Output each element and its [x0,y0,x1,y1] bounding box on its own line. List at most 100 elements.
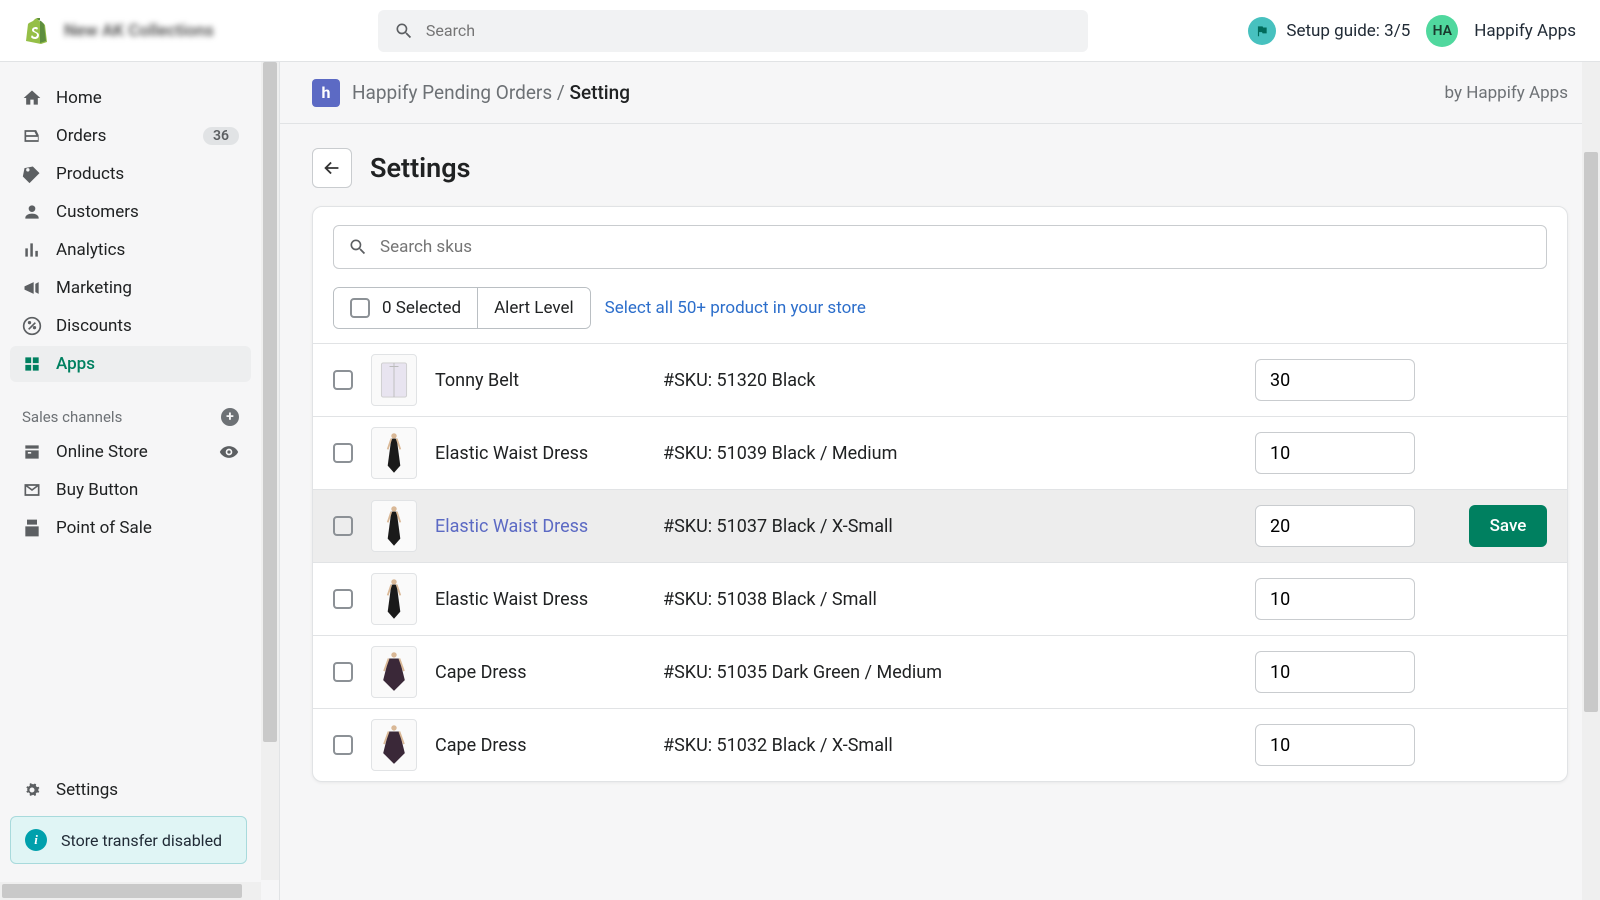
alert-qty-input[interactable] [1255,359,1415,401]
alert-qty-input[interactable] [1255,578,1415,620]
product-thumbnail [371,427,417,479]
search-icon [348,237,368,257]
sidebar-item-settings[interactable]: Settings [10,772,251,808]
by-text: by Happify Apps [1445,83,1568,103]
product-name: Elastic Waist Dress [435,443,645,464]
save-button[interactable]: Save [1469,505,1547,547]
breadcrumb[interactable]: Happify Pending Orders / Setting [352,81,630,104]
row-checkbox[interactable] [333,589,353,609]
nav-icon [22,316,42,336]
sidebar-item-home[interactable]: Home [10,80,251,116]
product-sku: #SKU: 51320 Black [663,370,1237,391]
store-transfer-notice[interactable]: i Store transfer disabled [10,816,247,864]
channel-icon [22,518,42,538]
sku-search-input[interactable] [380,237,1532,257]
add-channel-icon[interactable]: + [221,408,239,426]
product-name[interactable]: Elastic Waist Dress [435,516,645,537]
nav-icon [22,354,42,374]
row-checkbox[interactable] [333,735,353,755]
avatar[interactable]: HA [1426,15,1458,47]
product-name: Elastic Waist Dress [435,589,645,610]
orders-badge: 36 [203,127,239,145]
product-name: Cape Dress [435,662,645,683]
shopify-logo [24,17,48,45]
sidebar-item-label: Discounts [56,316,132,336]
main-content: h Happify Pending Orders / Setting by Ha… [280,62,1600,900]
alert-qty-input[interactable] [1255,432,1415,474]
sidebar-channel-online-store[interactable]: Online Store [10,434,251,470]
sidebar-item-customers[interactable]: Customers [10,194,251,230]
channel-icon [22,480,42,500]
sidebar-settings-label: Settings [56,780,118,800]
breadcrumb-bar: h Happify Pending Orders / Setting by Ha… [280,62,1600,124]
product-thumbnail [371,500,417,552]
alert-qty-input[interactable] [1255,651,1415,693]
segmented-control: 0 Selected Alert Level [333,287,591,329]
section-sales-channels: Sales channels + [10,384,251,434]
sidebar-item-label: Orders [56,126,106,146]
user-name[interactable]: Happify Apps [1474,21,1576,41]
sidebar-item-marketing[interactable]: Marketing [10,270,251,306]
sidebar-item-apps[interactable]: Apps [10,346,251,382]
selected-count-button[interactable]: 0 Selected [334,288,477,328]
sidebar-item-orders[interactable]: Orders 36 [10,118,251,154]
alert-level-button[interactable]: Alert Level [477,288,590,328]
select-all-link[interactable]: Select all 50+ product in your store [605,298,866,318]
sidebar-channel-buy-button[interactable]: Buy Button [10,472,251,508]
sidebar-item-label: Products [56,164,124,184]
row-checkbox[interactable] [333,370,353,390]
sidebar-item-label: Customers [56,202,139,222]
nav-icon [22,88,42,108]
settings-card: 0 Selected Alert Level Select all 50+ pr… [312,206,1568,782]
product-sku: #SKU: 51039 Black / Medium [663,443,1237,464]
app-icon: h [312,79,340,107]
global-search-input[interactable] [426,21,1072,40]
toolbar: 0 Selected Alert Level Select all 50+ pr… [313,269,1567,343]
channel-label: Point of Sale [56,518,152,538]
global-search[interactable] [378,10,1088,52]
sidebar-channel-point-of-sale[interactable]: Point of Sale [10,510,251,546]
store-transfer-label: Store transfer disabled [61,831,222,850]
sidebar-item-label: Analytics [56,240,125,260]
row-checkbox[interactable] [333,662,353,682]
row-checkbox[interactable] [333,516,353,536]
sku-search[interactable] [333,225,1547,269]
alert-qty-input[interactable] [1255,724,1415,766]
product-row: Cape Dress #SKU: 51032 Black / X-Small [313,708,1567,781]
sidebar-scrollbar-h[interactable] [0,882,261,900]
nav-icon [22,164,42,184]
product-row: Elastic Waist Dress #SKU: 51039 Black / M… [313,416,1567,489]
page-header: Settings [280,124,1600,200]
product-row: Cape Dress#SKU: 51035 Dark Green / Mediu… [313,635,1567,708]
sidebar-item-products[interactable]: Products [10,156,251,192]
nav-icon [22,278,42,298]
setup-guide-label: Setup guide: 3/5 [1286,21,1410,41]
alert-qty-input[interactable] [1255,505,1415,547]
info-icon: i [25,829,47,851]
channel-icon [22,442,42,462]
sidebar-item-analytics[interactable]: Analytics [10,232,251,268]
topbar-right: Setup guide: 3/5 HA Happify Apps [1248,15,1576,47]
nav-icon [22,202,42,222]
product-thumbnail [371,646,417,698]
flag-icon [1248,17,1276,45]
sidebar-item-discounts[interactable]: Discounts [10,308,251,344]
channel-label: Buy Button [56,480,138,500]
setup-guide[interactable]: Setup guide: 3/5 [1248,17,1410,45]
select-all-checkbox[interactable] [350,298,370,318]
product-sku: #SKU: 51032 Black / X-Small [663,735,1237,756]
nav-icon [22,126,42,146]
product-row: Elastic Waist Dress#SKU: 51037 Black / X… [313,489,1567,562]
product-sku: #SKU: 51038 Black / Small [663,589,1237,610]
main-scrollbar-v[interactable] [1582,62,1600,900]
sidebar-scrollbar-v[interactable] [261,62,279,880]
product-name: Cape Dress [435,735,645,756]
product-thumbnail [371,719,417,771]
product-thumbnail [371,573,417,625]
eye-icon[interactable] [219,442,239,462]
back-button[interactable] [312,148,352,188]
row-checkbox[interactable] [333,443,353,463]
product-row: Tonny Belt#SKU: 51320 Black [313,343,1567,416]
sidebar: Home Orders 36 Products Customers Analytics Ma… [0,62,261,882]
sidebar-item-label: Marketing [56,278,132,298]
